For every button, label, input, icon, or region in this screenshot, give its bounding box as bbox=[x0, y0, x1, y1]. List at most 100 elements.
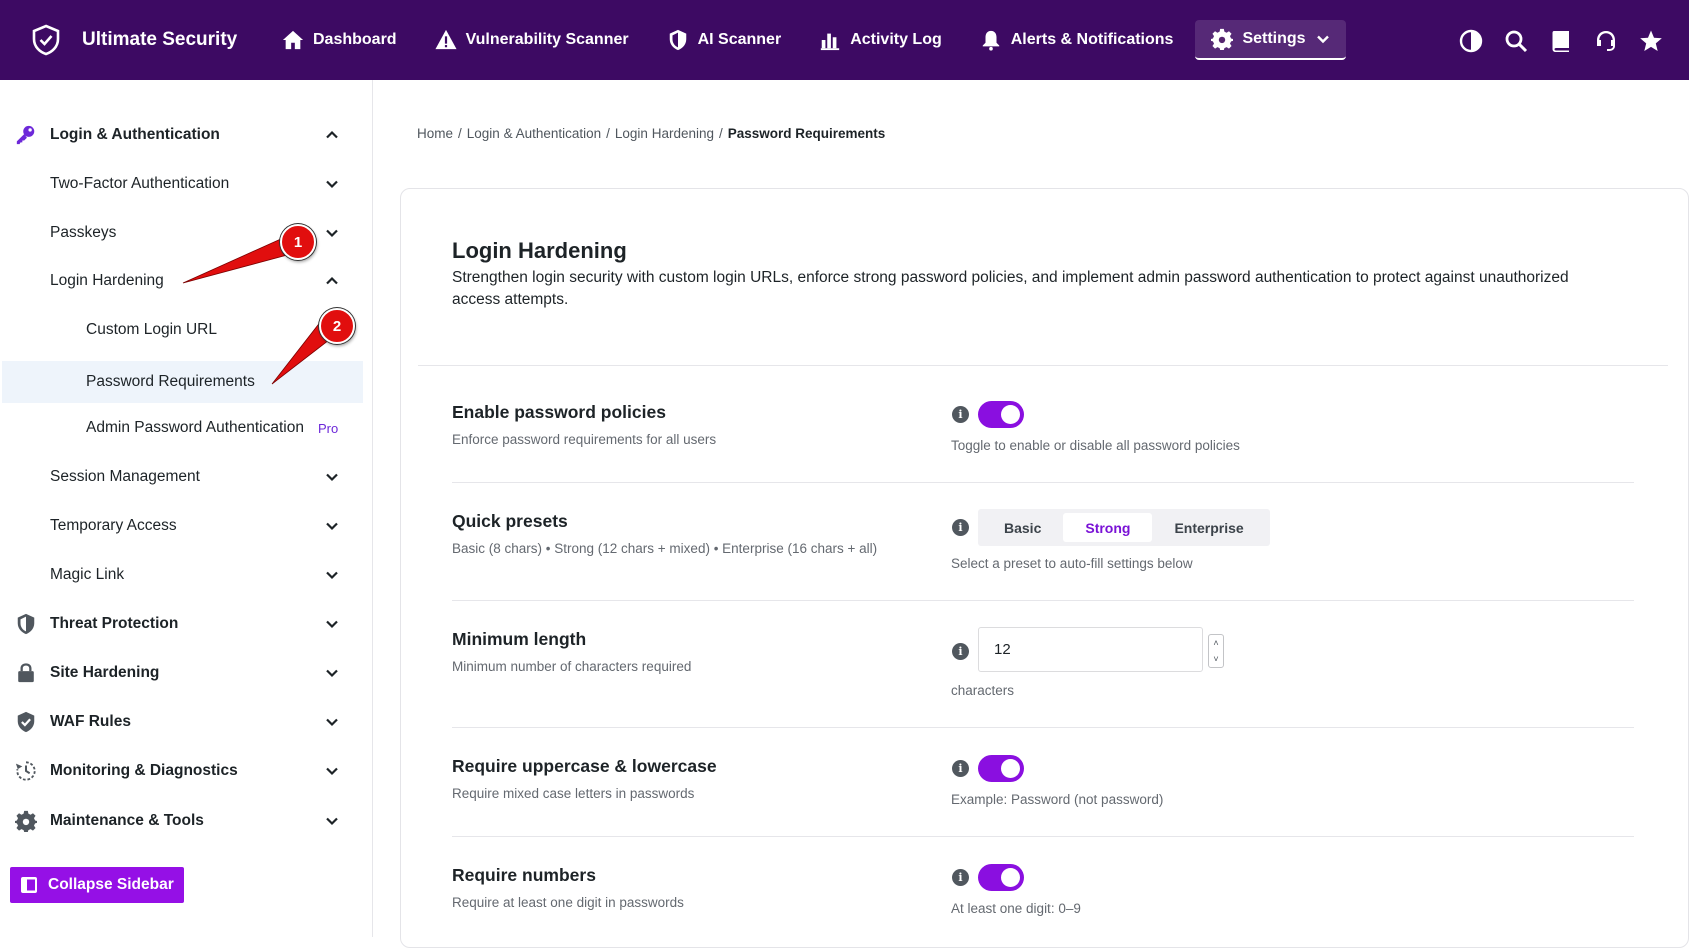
annotation-marker-1: 1 bbox=[280, 224, 316, 260]
setting-hint-upper-lower: Example: Password (not password) bbox=[951, 792, 1164, 807]
sidebar-item-password-requirements[interactable]: Password Requirements bbox=[2, 361, 363, 403]
collapse-sidebar-button[interactable]: Collapse Sidebar bbox=[10, 867, 184, 903]
nav-alerts-notifications[interactable]: Alerts & Notifications bbox=[964, 20, 1190, 60]
bell-icon bbox=[982, 30, 999, 51]
min-length-stepper[interactable]: ˄ ˅ bbox=[1208, 634, 1224, 668]
nav-label: Dashboard bbox=[313, 31, 397, 48]
chevron-down-icon bbox=[325, 814, 339, 828]
stepper-up-icon[interactable]: ˄ bbox=[1209, 635, 1223, 651]
divider bbox=[452, 836, 1634, 837]
nav-label: Alerts & Notifications bbox=[1010, 31, 1174, 48]
history-icon bbox=[15, 760, 37, 782]
nav-activity-log[interactable]: Activity Log bbox=[803, 20, 958, 60]
sidebar-item-session-management[interactable]: Session Management bbox=[0, 456, 363, 498]
page-description: Strengthen login security with custom lo… bbox=[452, 269, 1569, 308]
nav-label: Vulnerability Scanner bbox=[465, 31, 629, 48]
annotation-marker-2: 2 bbox=[319, 308, 355, 344]
preset-strong-button[interactable]: Strong bbox=[1063, 513, 1153, 542]
divider bbox=[452, 600, 1634, 601]
info-icon[interactable]: i bbox=[952, 760, 969, 777]
main-nav: Dashboard Vulnerability Scanner AI Scann… bbox=[266, 0, 1352, 80]
enable-policies-toggle[interactable] bbox=[978, 401, 1024, 428]
sidebar-item-custom-login-url[interactable]: Custom Login URL bbox=[0, 309, 363, 351]
nav-vulnerability-scanner[interactable]: Vulnerability Scanner bbox=[419, 20, 645, 60]
sidebar-item-label: Password Requirements bbox=[86, 373, 255, 390]
nav-label: AI Scanner bbox=[697, 31, 782, 48]
shield-icon bbox=[669, 29, 686, 51]
chevron-down-icon bbox=[325, 470, 339, 484]
chevron-down-icon bbox=[325, 177, 339, 191]
sidebar-item-two-factor[interactable]: Two-Factor Authentication bbox=[0, 163, 363, 205]
sidebar-item-monitoring-diagnostics[interactable]: Monitoring & Diagnostics bbox=[0, 750, 363, 792]
chevron-down-icon bbox=[325, 519, 339, 533]
setting-hint-presets: Select a preset to auto-fill settings be… bbox=[951, 556, 1193, 571]
breadcrumb-separator: / bbox=[718, 126, 723, 141]
brand[interactable]: Ultimate Security bbox=[30, 24, 266, 56]
collapse-sidebar-label: Collapse Sidebar bbox=[48, 876, 174, 893]
preset-basic-button[interactable]: Basic bbox=[982, 513, 1063, 542]
setting-title-presets: Quick presets bbox=[452, 511, 568, 531]
sidebar-item-threat-protection[interactable]: Threat Protection bbox=[0, 603, 363, 645]
sidebar-item-label: Temporary Access bbox=[50, 517, 177, 534]
setting-title-enable-policies: Enable password policies bbox=[452, 402, 666, 422]
numbers-toggle[interactable] bbox=[978, 864, 1024, 891]
sidebar-item-label: Login Hardening bbox=[50, 272, 164, 289]
home-icon bbox=[282, 30, 304, 50]
sidebar-item-label: WAF Rules bbox=[50, 713, 131, 730]
bar-chart-icon bbox=[821, 33, 840, 51]
info-icon[interactable]: i bbox=[952, 406, 969, 423]
chevron-up-icon bbox=[325, 274, 339, 288]
sidebar: Login & Authentication Two-Factor Authen… bbox=[0, 80, 373, 937]
info-icon[interactable]: i bbox=[952, 519, 969, 536]
sidebar-item-login-hardening[interactable]: Login Hardening bbox=[0, 260, 363, 302]
nav-dashboard[interactable]: Dashboard bbox=[266, 20, 413, 60]
search-icon[interactable] bbox=[1493, 18, 1538, 63]
pro-badge: Pro bbox=[317, 420, 339, 436]
support-headset-icon[interactable] bbox=[1583, 18, 1628, 63]
setting-title-numbers: Require numbers bbox=[452, 865, 596, 885]
setting-desc-enable-policies: Enforce password requirements for all us… bbox=[452, 432, 717, 447]
gear-icon bbox=[1211, 28, 1234, 50]
sidebar-item-temporary-access[interactable]: Temporary Access bbox=[0, 505, 363, 547]
sidebar-item-login-authentication[interactable]: Login & Authentication bbox=[0, 114, 363, 156]
sidebar-item-site-hardening[interactable]: Site Hardening bbox=[0, 652, 363, 694]
warning-icon bbox=[435, 29, 457, 50]
sidebar-item-label: Custom Login URL bbox=[86, 321, 217, 338]
chevron-down-icon bbox=[325, 666, 339, 680]
setting-hint-enable-policies: Toggle to enable or disable all password… bbox=[951, 438, 1240, 453]
brand-name: Ultimate Security bbox=[82, 29, 238, 50]
divider bbox=[452, 727, 1634, 728]
nav-label: Settings bbox=[1242, 30, 1306, 47]
min-length-input[interactable]: 12 bbox=[978, 627, 1203, 672]
sidebar-item-label: Maintenance & Tools bbox=[50, 812, 204, 829]
breadcrumb-login-hardening[interactable]: Login Hardening bbox=[615, 126, 714, 141]
sidebar-item-admin-password-auth[interactable]: Admin Password Authentication Pro bbox=[0, 407, 363, 449]
stepper-down-icon[interactable]: ˅ bbox=[1209, 651, 1223, 667]
sidebar-item-label: Passkeys bbox=[50, 224, 117, 241]
star-icon[interactable] bbox=[1628, 18, 1673, 63]
setting-desc-upper-lower: Require mixed case letters in passwords bbox=[452, 786, 695, 801]
nav-ai-scanner[interactable]: AI Scanner bbox=[651, 20, 798, 60]
nav-settings[interactable]: Settings bbox=[1195, 20, 1346, 60]
breadcrumb-home[interactable]: Home bbox=[417, 126, 453, 141]
breadcrumb-login-authentication[interactable]: Login & Authentication bbox=[467, 126, 601, 141]
docs-book-icon[interactable] bbox=[1538, 18, 1583, 63]
shield-check-icon bbox=[32, 24, 60, 56]
sidebar-item-label: Threat Protection bbox=[50, 615, 179, 632]
preset-enterprise-button[interactable]: Enterprise bbox=[1152, 513, 1265, 542]
page-title: Login Hardening bbox=[452, 238, 627, 263]
theme-toggle-icon[interactable] bbox=[1448, 18, 1493, 63]
setting-hint-numbers: At least one digit: 0–9 bbox=[951, 901, 1081, 916]
preset-segmented-control: Basic Strong Enterprise bbox=[978, 509, 1270, 546]
chevron-down-icon bbox=[325, 617, 339, 631]
sidebar-item-label: Admin Password Authentication bbox=[86, 419, 304, 436]
sidebar-item-waf-rules[interactable]: WAF Rules bbox=[0, 701, 363, 743]
upper-lower-toggle[interactable] bbox=[978, 755, 1024, 782]
sidebar-item-maintenance-tools[interactable]: Maintenance & Tools bbox=[0, 800, 363, 842]
info-icon[interactable]: i bbox=[952, 643, 969, 660]
sidebar-item-label: Site Hardening bbox=[50, 664, 160, 681]
sidebar-item-magic-link[interactable]: Magic Link bbox=[0, 554, 363, 596]
chevron-down-icon bbox=[325, 715, 339, 729]
info-icon[interactable]: i bbox=[952, 869, 969, 886]
divider bbox=[418, 365, 1668, 366]
